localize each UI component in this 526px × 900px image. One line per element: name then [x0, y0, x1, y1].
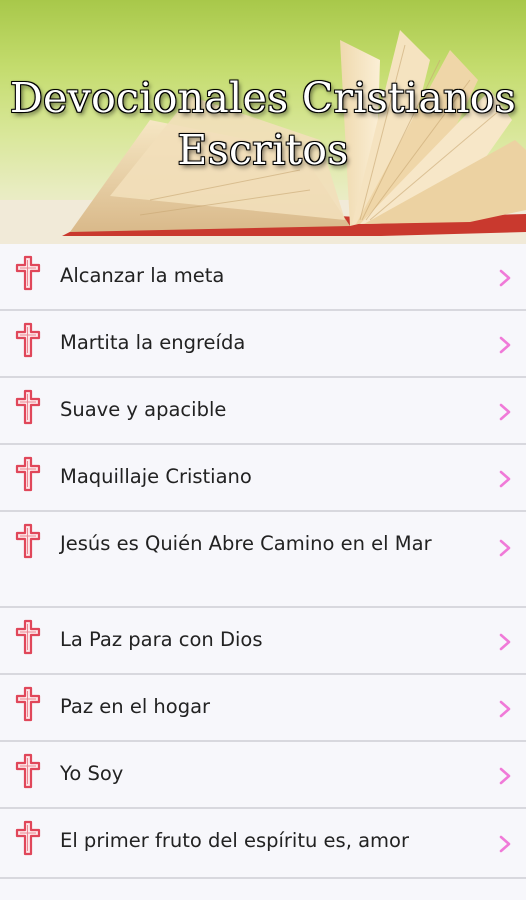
list-item-label: Suave y apacible: [60, 398, 227, 421]
cross-icon: [15, 686, 41, 722]
list-item[interactable]: Jesús es Quién Abre Camino en el Mar: [0, 512, 526, 608]
chevron-right-icon: [499, 336, 511, 354]
chevron-right-icon: [499, 835, 511, 853]
cross-icon: [15, 322, 41, 358]
list-item[interactable]: La Paz para con Dios: [0, 608, 526, 675]
list-item-label: Alcanzar la meta: [60, 264, 225, 287]
cross-icon: [15, 456, 41, 492]
list-item-label: Yo Soy: [60, 762, 124, 785]
list-item[interactable]: Martita la engreída: [0, 311, 526, 378]
app-title: Devocionales Cristianos Escritos: [0, 72, 526, 176]
list-item[interactable]: Paz en el hogar: [0, 675, 526, 742]
header-banner: Devocionales Cristianos Escritos: [0, 0, 526, 244]
chevron-right-icon: [499, 767, 511, 785]
list-item[interactable]: Maquillaje Cristiano: [0, 445, 526, 512]
list-item-label: Martita la engreída: [60, 331, 246, 354]
cross-icon: [15, 255, 41, 291]
list-item[interactable]: Alcanzar la meta: [0, 244, 526, 311]
chevron-right-icon: [499, 269, 511, 287]
list-item-label: El primer fruto del espíritu es, amor: [60, 829, 410, 852]
cross-icon: [15, 389, 41, 425]
chevron-right-icon: [499, 539, 511, 557]
cross-icon: [15, 753, 41, 789]
chevron-right-icon: [499, 700, 511, 718]
cross-icon: [15, 820, 41, 856]
list-item[interactable]: El primer fruto del espíritu es, amor: [0, 809, 526, 879]
list-item-label: Jesús es Quién Abre Camino en el Mar: [60, 532, 432, 555]
app-title-line2: Escritos: [177, 126, 349, 174]
list-item-label: La Paz para con Dios: [60, 628, 263, 651]
app-title-line1: Devocionales Cristianos: [9, 74, 517, 122]
chevron-right-icon: [499, 470, 511, 488]
list-item-label: Maquillaje Cristiano: [60, 465, 252, 488]
cross-icon: [15, 619, 41, 655]
chevron-right-icon: [499, 633, 511, 651]
list-item[interactable]: Yo Soy: [0, 742, 526, 809]
list-item-label: Paz en el hogar: [60, 695, 211, 718]
devotional-list: Alcanzar la meta Martita la engreída Sua…: [0, 244, 526, 879]
cross-icon: [15, 523, 41, 559]
app-screen: Devocionales Cristianos Escritos Alcanza…: [0, 0, 526, 900]
chevron-right-icon: [499, 403, 511, 421]
list-item[interactable]: Suave y apacible: [0, 378, 526, 445]
